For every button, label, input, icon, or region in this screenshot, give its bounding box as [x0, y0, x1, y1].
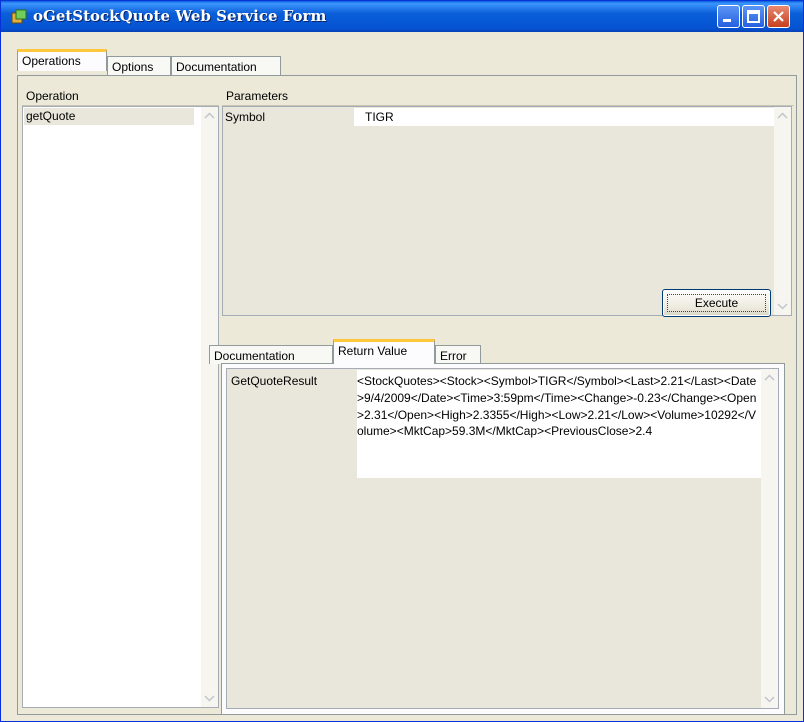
operation-list[interactable]: getQuote [22, 106, 219, 708]
close-icon [773, 11, 784, 22]
param-name-symbol: Symbol [225, 110, 266, 124]
execute-button[interactable]: Execute [662, 289, 771, 317]
tab-operations[interactable]: Operations [17, 49, 107, 71]
scroll-down-arrow-icon[interactable] [201, 690, 218, 707]
list-item-getquote[interactable]: getQuote [24, 108, 194, 125]
return-value-text: <StockQuotes><Stock><Symbol>TIGR</Symbol… [357, 374, 757, 439]
focus-rectangle [667, 294, 766, 312]
tab-return-value[interactable]: Return Value [333, 339, 435, 364]
parameters-grid[interactable]: Symbol TIGR [222, 106, 792, 316]
minimize-icon [723, 19, 731, 22]
title-bar[interactable]: oGetStockQuote Web Service Form [1, 1, 803, 32]
parameters-scrollbar[interactable] [774, 107, 791, 315]
app-icon [11, 9, 27, 24]
close-button[interactable] [767, 5, 790, 28]
parameters-header: Parameters [222, 86, 794, 106]
app-window: oGetStockQuote Web Service Form Operatio… [0, 0, 804, 722]
scroll-up-arrow-icon[interactable] [774, 107, 791, 124]
minimize-button[interactable] [717, 5, 740, 28]
tab-documentation[interactable]: Documentation [171, 56, 281, 76]
tab-error[interactable]: Error [435, 345, 481, 364]
return-name: GetQuoteResult [231, 374, 318, 388]
client-area: Operations Options Documentation Operati… [4, 32, 800, 720]
window-title: oGetStockQuote Web Service Form [33, 7, 327, 25]
tab-options[interactable]: Options [107, 56, 171, 76]
param-value-symbol-field[interactable]: TIGR [354, 108, 774, 126]
operation-list-scrollbar[interactable] [201, 107, 218, 707]
scroll-down-arrow-icon[interactable] [761, 691, 778, 708]
return-value-scrollbar[interactable] [761, 369, 778, 708]
tab-result-documentation[interactable]: Documentation [209, 345, 333, 364]
operation-header: Operation [22, 86, 219, 106]
scroll-down-arrow-icon[interactable] [774, 298, 791, 315]
scroll-up-arrow-icon[interactable] [201, 107, 218, 124]
scroll-up-arrow-icon[interactable] [761, 369, 778, 386]
maximize-icon [747, 10, 760, 23]
param-value-symbol: TIGR [365, 110, 394, 124]
maximize-button[interactable] [742, 5, 765, 28]
